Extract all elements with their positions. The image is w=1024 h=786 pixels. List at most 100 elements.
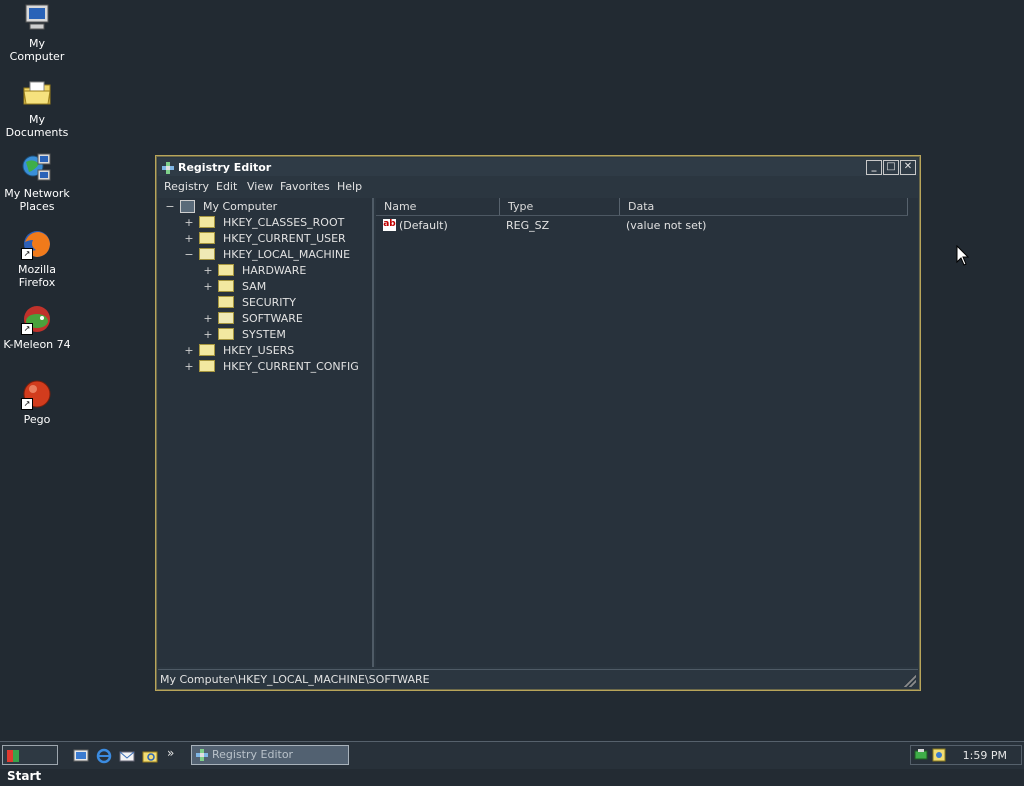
tree-node-label: HKEY_CURRENT_USER bbox=[223, 232, 346, 245]
desktop-icon-label: Pego bbox=[23, 413, 51, 426]
start-button[interactable]: Start bbox=[2, 745, 58, 783]
expand-icon[interactable]: + bbox=[202, 311, 214, 327]
tree-node-hkey-classes-root[interactable]: + HKEY_CLASSES_ROOT bbox=[183, 215, 344, 231]
expand-icon[interactable]: + bbox=[202, 279, 214, 295]
registry-editor-icon bbox=[161, 161, 175, 174]
values-list[interactable]: Name Type Data ab (Default) REG_SZ (value… bbox=[376, 198, 918, 667]
tree-node-sam[interactable]: + SAM bbox=[202, 279, 266, 295]
taskbar: Start » Registry Editor 1:59 PM bbox=[0, 741, 1024, 783]
tree-node-software[interactable]: + SOFTWARE bbox=[202, 311, 303, 327]
column-header-type[interactable]: Type bbox=[500, 198, 620, 215]
clock[interactable]: 1:59 PM bbox=[963, 749, 1007, 762]
menu-view[interactable]: View bbox=[247, 180, 273, 193]
desktop-icon-label: Mozilla Firefox bbox=[18, 263, 56, 289]
registry-tree[interactable]: − My Computer + HKEY_CLASSES_ROOT + HKEY… bbox=[158, 198, 374, 667]
desktop-icon-label: My Network Places bbox=[4, 187, 70, 213]
list-item[interactable]: ab (Default) REG_SZ (value not set) bbox=[376, 218, 908, 234]
value-name-cell: ab (Default) bbox=[383, 218, 448, 234]
maximize-button[interactable]: □ bbox=[883, 160, 899, 175]
tree-node-hkey-current-user[interactable]: + HKEY_CURRENT_USER bbox=[183, 231, 346, 247]
tree-node-label: HKEY_USERS bbox=[223, 344, 295, 357]
folder-icon bbox=[217, 264, 234, 276]
shortcut-arrow-icon: ↗ bbox=[21, 398, 33, 410]
pego-icon: ↗ bbox=[21, 378, 53, 410]
tree-node-hkey-users[interactable]: + HKEY_USERS bbox=[183, 343, 294, 359]
tree-node-label: SAM bbox=[242, 280, 267, 293]
menu-bar: Registry Edit View Favorites Help bbox=[158, 178, 918, 196]
system-tray: 1:59 PM bbox=[910, 745, 1022, 765]
network-places-icon bbox=[21, 152, 53, 184]
my-documents-icon bbox=[21, 78, 53, 110]
tree-node-hkey-local-machine[interactable]: − HKEY_LOCAL_MACHINE bbox=[183, 247, 350, 263]
string-value-icon: ab bbox=[383, 219, 396, 231]
tree-node-security[interactable]: SECURITY bbox=[202, 295, 296, 311]
tree-node-my-computer[interactable]: − My Computer bbox=[164, 199, 277, 215]
taskbar-button-registry-editor[interactable]: Registry Editor bbox=[191, 745, 349, 765]
expand-icon[interactable]: + bbox=[183, 231, 195, 247]
windows-explorer-icon[interactable] bbox=[142, 748, 158, 764]
tree-node-label: HKEY_CLASSES_ROOT bbox=[223, 216, 345, 229]
folder-icon bbox=[198, 232, 215, 244]
minimize-button[interactable]: _ bbox=[866, 160, 882, 175]
network-tray-icon[interactable] bbox=[914, 748, 928, 765]
value-data: (value not set) bbox=[626, 219, 707, 232]
expand-icon[interactable]: + bbox=[202, 263, 214, 279]
volume-tray-icon[interactable] bbox=[932, 748, 946, 765]
windows-logo-icon bbox=[7, 749, 19, 762]
firefox-icon: ↗ bbox=[21, 228, 53, 260]
menu-favorites[interactable]: Favorites bbox=[280, 180, 330, 193]
tree-node-label: My Computer bbox=[203, 200, 278, 213]
kmeleon-icon: ↗ bbox=[21, 303, 53, 335]
value-name: (Default) bbox=[399, 219, 448, 232]
menu-registry[interactable]: Registry bbox=[164, 180, 209, 193]
tree-node-system[interactable]: + SYSTEM bbox=[202, 327, 286, 343]
show-desktop-icon[interactable] bbox=[73, 748, 89, 764]
list-header: Name Type Data bbox=[376, 198, 908, 216]
column-header-name[interactable]: Name bbox=[376, 198, 500, 215]
quick-launch-overflow-icon[interactable]: » bbox=[167, 746, 183, 762]
desktop-icon-kmeleon[interactable]: ↗ K-Meleon 74 bbox=[0, 303, 74, 351]
close-button[interactable]: ✕ bbox=[900, 160, 916, 175]
folder-icon bbox=[217, 328, 234, 340]
desktop-icon-network-places[interactable]: My Network Places bbox=[0, 152, 74, 213]
desktop-icon-firefox[interactable]: ↗ Mozilla Firefox bbox=[0, 228, 74, 289]
desktop: My Computer My Documents My Network Plac… bbox=[0, 0, 1024, 741]
desktop-icon-label: K-Meleon 74 bbox=[3, 338, 71, 351]
expand-icon[interactable]: + bbox=[183, 359, 195, 375]
tree-node-label: HKEY_LOCAL_MACHINE bbox=[223, 248, 351, 261]
my-computer-icon bbox=[21, 2, 53, 34]
status-path: My Computer\HKEY_LOCAL_MACHINE\SOFTWARE bbox=[160, 673, 430, 686]
registry-editor-icon bbox=[195, 748, 209, 767]
shortcut-arrow-icon: ↗ bbox=[21, 248, 33, 260]
title-bar[interactable]: Registry Editor _ □ ✕ bbox=[158, 158, 918, 176]
menu-help[interactable]: Help bbox=[337, 180, 362, 193]
desktop-icon-my-computer[interactable]: My Computer bbox=[0, 2, 74, 63]
open-folder-icon bbox=[198, 248, 215, 260]
tree-node-label: SYSTEM bbox=[242, 328, 286, 341]
expand-icon[interactable]: + bbox=[202, 327, 214, 343]
column-header-data[interactable]: Data bbox=[620, 198, 908, 215]
registry-editor-window[interactable]: Registry Editor _ □ ✕ Registry Edit View… bbox=[155, 155, 921, 691]
outlook-express-icon[interactable] bbox=[119, 748, 135, 764]
desktop-icon-label: My Documents bbox=[5, 113, 69, 139]
collapse-icon[interactable]: − bbox=[164, 199, 176, 215]
tree-node-label: HKEY_CURRENT_CONFIG bbox=[223, 360, 359, 373]
menu-edit[interactable]: Edit bbox=[216, 180, 237, 193]
desktop-icon-pego[interactable]: ↗ Pego bbox=[0, 378, 74, 426]
desktop-icon-my-documents[interactable]: My Documents bbox=[0, 78, 74, 139]
tree-node-hkey-current-config[interactable]: + HKEY_CURRENT_CONFIG bbox=[183, 359, 359, 375]
tree-node-label: HARDWARE bbox=[242, 264, 307, 277]
folder-icon bbox=[217, 280, 234, 292]
folder-icon bbox=[217, 296, 234, 308]
folder-icon bbox=[198, 344, 215, 356]
folder-icon bbox=[198, 360, 215, 372]
expand-icon[interactable]: + bbox=[183, 215, 195, 231]
internet-explorer-icon[interactable] bbox=[96, 748, 112, 764]
tree-node-hardware[interactable]: + HARDWARE bbox=[202, 263, 306, 279]
expand-icon[interactable]: + bbox=[183, 343, 195, 359]
status-bar: My Computer\HKEY_LOCAL_MACHINE\SOFTWARE bbox=[158, 669, 918, 688]
tree-node-label: SECURITY bbox=[242, 296, 296, 309]
collapse-icon[interactable]: − bbox=[183, 247, 195, 263]
shortcut-arrow-icon: ↗ bbox=[21, 323, 33, 335]
resize-grip-icon[interactable] bbox=[904, 675, 916, 687]
